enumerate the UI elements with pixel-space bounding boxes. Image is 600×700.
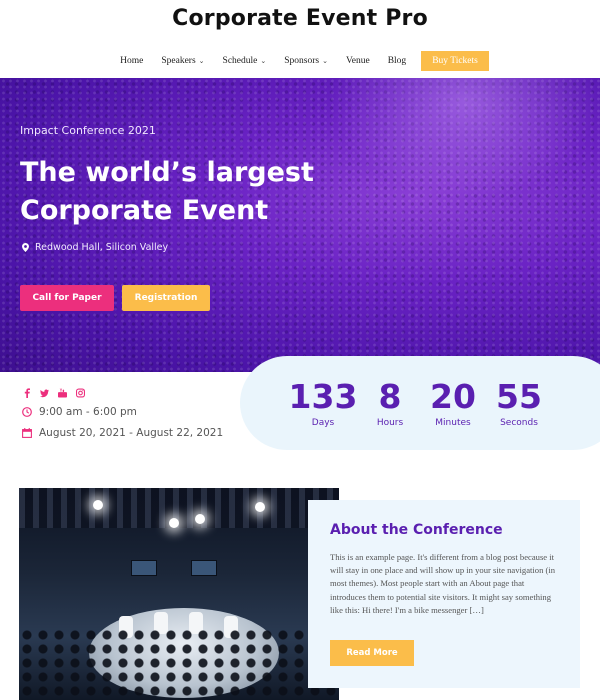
map-pin-icon (22, 243, 29, 252)
event-dates: August 20, 2021 - August 22, 2021 (22, 427, 223, 439)
nav-label: Speakers (161, 56, 196, 66)
countdown-value: 8 (378, 377, 402, 416)
countdown-days: 133 Days (288, 377, 358, 429)
nav-label: Home (120, 56, 144, 66)
stage-screen (191, 560, 217, 576)
audience-crowd (19, 628, 339, 700)
nav-item-blog[interactable]: Blog (379, 56, 415, 66)
hero-location: Redwood Hall, Silicon Valley (22, 242, 168, 253)
nav-item-sponsors[interactable]: Sponsors ⌄ (275, 56, 337, 66)
twitter-icon[interactable] (40, 388, 49, 398)
instagram-icon[interactable] (76, 388, 85, 398)
nav-item-schedule[interactable]: Schedule ⌄ (214, 56, 276, 66)
chevron-down-icon: ⌄ (260, 57, 267, 65)
countdown-hours: 8 Hours (364, 377, 416, 429)
about-text: This is an example page. It's different … (330, 552, 556, 615)
stage-light (93, 500, 103, 510)
stage-lighting-truss (19, 488, 339, 528)
stage-light (195, 514, 205, 524)
hero-title: The world’s largest Corporate Event (20, 157, 314, 226)
stage-light (169, 518, 179, 528)
countdown-value: 133 (288, 377, 358, 416)
countdown-timer: 133 Days 8 Hours 20 Minutes 55 Seconds (240, 356, 600, 450)
countdown-value: 20 (430, 377, 476, 416)
youtube-icon[interactable] (58, 388, 67, 398)
chevron-down-icon: ⌄ (322, 57, 328, 65)
stage-light (255, 502, 265, 512)
facebook-icon[interactable] (22, 388, 31, 398)
nav-item-home[interactable]: Home (111, 56, 152, 66)
event-time: 9:00 am - 6:00 pm (22, 406, 137, 418)
countdown-label: Hours (376, 418, 404, 428)
nav-label: Blog (387, 56, 407, 66)
clock-icon (22, 407, 32, 417)
countdown-label: Minutes (435, 418, 471, 428)
calendar-icon (22, 428, 32, 438)
chevron-down-icon: ⌄ (198, 57, 205, 65)
nav-label: Schedule (222, 56, 258, 66)
event-time-text: 9:00 am - 6:00 pm (39, 406, 137, 418)
main-nav: Home Speakers ⌄ Schedule ⌄ Sponsors ⌄ Venue… (0, 50, 600, 72)
countdown-seconds: 55 Seconds (490, 377, 548, 429)
social-links (22, 388, 85, 398)
about-title: About the Conference (330, 522, 503, 538)
site-header: Corporate Event Pro Home Speakers ⌄ Sched… (0, 0, 600, 78)
event-dates-text: August 20, 2021 - August 22, 2021 (39, 427, 224, 439)
read-more-button[interactable]: Read More (330, 640, 414, 666)
about-card: About the Conference This is an example … (308, 500, 580, 688)
hero-banner: Impact Conference 2021 The world’s large… (0, 78, 600, 372)
site-logo[interactable]: Corporate Event Pro (0, 6, 600, 31)
nav-label: Venue (345, 56, 370, 66)
countdown-value: 55 (496, 377, 542, 416)
conference-photo (19, 488, 339, 700)
hero-light-glow (330, 78, 600, 198)
nav-label: Sponsors (284, 56, 320, 66)
countdown-label: Days (311, 418, 335, 428)
hero-subtitle: Impact Conference 2021 (20, 124, 156, 137)
location-text: Redwood Hall, Silicon Valley (35, 242, 169, 253)
registration-button[interactable]: Registration (122, 285, 210, 311)
countdown-label: Seconds (500, 418, 538, 428)
stage-screen (131, 560, 157, 576)
buy-tickets-button[interactable]: Buy Tickets (421, 51, 489, 71)
nav-item-speakers[interactable]: Speakers ⌄ (152, 56, 213, 66)
countdown-minutes: 20 Minutes (424, 377, 482, 429)
nav-item-venue[interactable]: Venue (337, 56, 379, 66)
call-for-paper-button[interactable]: Call for Paper (20, 285, 114, 311)
